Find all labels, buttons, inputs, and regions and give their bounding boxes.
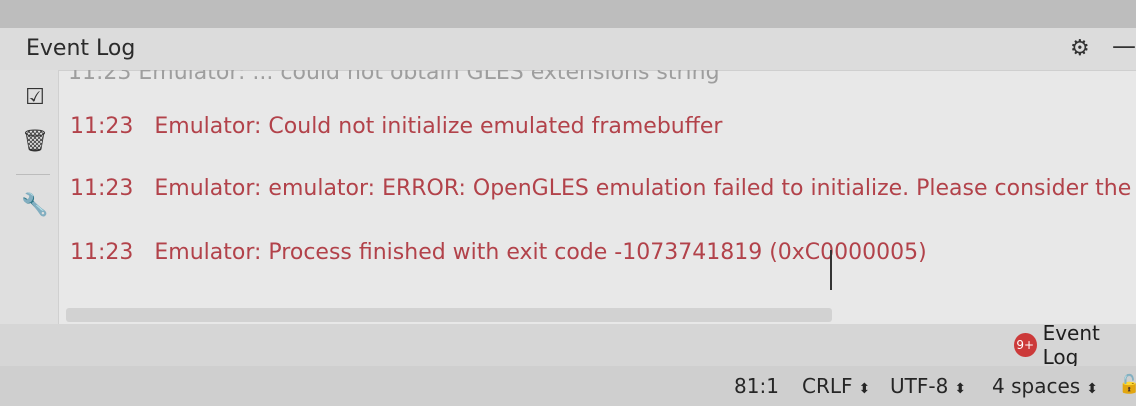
log-time: 11:23: [70, 240, 134, 265]
log-message: Emulator: Could not initialize emulated …: [154, 114, 723, 139]
chevron-updown-icon: ⬍: [954, 381, 967, 397]
text-cursor: [830, 250, 832, 290]
status-bar: 81:1 CRLF ⬍ UTF-8 ⬍ 4 spaces ⬍ 🔓: [0, 366, 1136, 406]
log-entry[interactable]: 11:23 Emulator: Could not initialize emu…: [70, 114, 722, 139]
gear-icon[interactable]: ⚙: [1070, 36, 1090, 61]
notification-badge: 9+: [1014, 333, 1037, 357]
caret-position[interactable]: 81:1: [734, 374, 779, 398]
encoding-selector[interactable]: UTF-8 ⬍: [890, 374, 966, 398]
indent-value: 4 spaces: [992, 374, 1081, 398]
line-ending-value: CRLF: [802, 374, 853, 398]
indent-selector[interactable]: 4 spaces ⬍: [992, 374, 1098, 398]
faded-log-line: 11:23 Emulator: ... could not obtain GLE…: [68, 70, 720, 85]
event-log-label: Event Log: [1042, 321, 1100, 369]
event-log-panel: Event Log ⚙ — ☑ 🗑 🔧 11:23 Emulator: ... …: [0, 28, 1136, 324]
horizontal-scrollbar[interactable]: [66, 308, 832, 322]
log-time: 11:23: [70, 114, 134, 139]
event-log-button[interactable]: 9+ Event Log: [1014, 321, 1136, 369]
chevron-updown-icon: ⬍: [858, 381, 871, 397]
line-ending-selector[interactable]: CRLF ⬍: [802, 374, 870, 398]
check-box-icon[interactable]: ☑: [20, 82, 50, 112]
top-background: [0, 0, 1136, 28]
log-entry[interactable]: 11:23 Emulator: Process finished with ex…: [70, 240, 927, 265]
encoding-value: UTF-8: [890, 374, 949, 398]
lock-icon[interactable]: 🔓: [1118, 374, 1136, 395]
chevron-updown-icon: ⬍: [1086, 381, 1098, 397]
panel-titlebar: Event Log ⚙ —: [0, 28, 1136, 71]
event-log-content: 11:23 Emulator: ... could not obtain GLE…: [58, 70, 1136, 310]
toolbar-separator: [16, 174, 50, 175]
log-message: Emulator: emulator: ERROR: OpenGLES emul…: [154, 176, 1136, 201]
log-entry[interactable]: 11:23 Emulator: emulator: ERROR: OpenGLE…: [70, 176, 1136, 201]
log-message: Emulator: Process finished with exit cod…: [154, 240, 927, 265]
panel-title: Event Log: [26, 36, 136, 61]
tool-window-bar: 9+ Event Log: [0, 321, 1136, 369]
trash-icon[interactable]: 🗑: [20, 126, 50, 156]
minimize-icon[interactable]: —: [1112, 32, 1136, 60]
log-time: 11:23: [70, 176, 134, 201]
event-log-toolbar: ☑ 🗑 🔧: [0, 70, 59, 324]
wrench-icon[interactable]: 🔧: [20, 190, 50, 220]
